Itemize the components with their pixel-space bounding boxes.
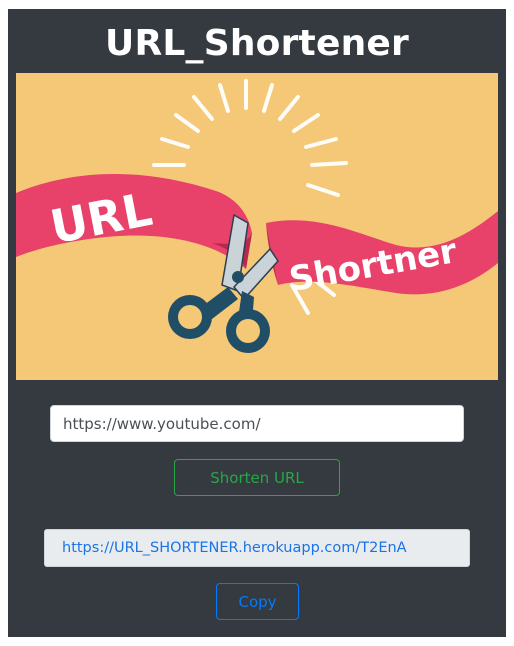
main-card: URL_Shortener URL Shortner https://www.y… — [8, 9, 506, 637]
banner-image: URL Shortner — [16, 73, 498, 380]
page-title: URL_Shortener — [105, 23, 409, 64]
short-url-output[interactable]: https://URL_SHORTENER.herokuapp.com/T2En… — [44, 529, 470, 567]
copy-button[interactable]: Copy — [216, 583, 299, 620]
shorten-url-button[interactable]: Shorten URL — [174, 459, 340, 496]
url-input[interactable] — [50, 405, 464, 442]
